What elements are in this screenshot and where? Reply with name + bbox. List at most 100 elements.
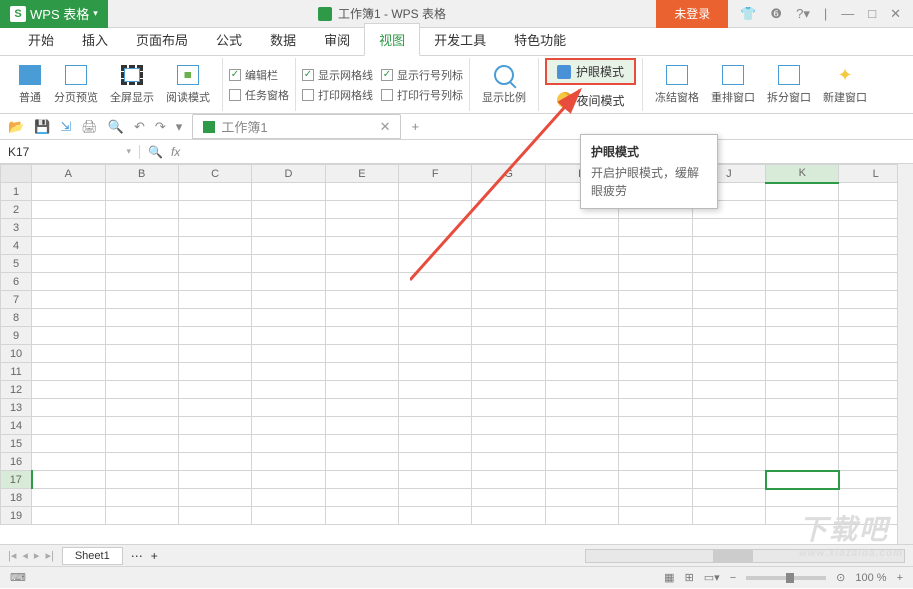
cell-J14[interactable]: [692, 417, 765, 435]
cell-E5[interactable]: [325, 255, 398, 273]
row-header-11[interactable]: 11: [1, 363, 32, 381]
cell-J12[interactable]: [692, 381, 765, 399]
print-icon[interactable]: 🖨: [81, 119, 98, 135]
cell-D6[interactable]: [252, 273, 325, 291]
cell-I18[interactable]: [619, 489, 692, 507]
cell-A5[interactable]: [32, 255, 105, 273]
row-header-1[interactable]: 1: [1, 183, 32, 201]
login-button[interactable]: 未登录: [656, 0, 728, 28]
cell-B16[interactable]: [105, 453, 178, 471]
cell-I14[interactable]: [619, 417, 692, 435]
cell-B17[interactable]: [105, 471, 178, 489]
cell-H6[interactable]: [545, 273, 618, 291]
cell-B2[interactable]: [105, 201, 178, 219]
col-header-G[interactable]: G: [472, 165, 545, 183]
spreadsheet-grid[interactable]: ABCDEFGHIJKL1234567891011121314151617181…: [0, 164, 913, 544]
cell-G16[interactable]: [472, 453, 545, 471]
cell-J15[interactable]: [692, 435, 765, 453]
row-header-8[interactable]: 8: [1, 309, 32, 327]
cell-G7[interactable]: [472, 291, 545, 309]
view-read-icon[interactable]: ▭▾: [704, 571, 720, 584]
cell-J16[interactable]: [692, 453, 765, 471]
redo-icon[interactable]: ↷: [155, 119, 166, 135]
vertical-scrollbar[interactable]: [897, 164, 913, 544]
cell-I10[interactable]: [619, 345, 692, 363]
cell-J9[interactable]: [692, 327, 765, 345]
row-header-19[interactable]: 19: [1, 507, 32, 525]
cell-I6[interactable]: [619, 273, 692, 291]
shirt-icon[interactable]: 👕: [740, 6, 756, 22]
cell-J13[interactable]: [692, 399, 765, 417]
row-header-5[interactable]: 5: [1, 255, 32, 273]
col-header-D[interactable]: D: [252, 165, 325, 183]
chk-print-rc[interactable]: 打印行号列标: [381, 87, 463, 103]
cell-C10[interactable]: [178, 345, 251, 363]
zoom-button[interactable]: 显示比例: [476, 59, 532, 111]
name-box[interactable]: K17 ▾: [0, 145, 140, 159]
cell-A17[interactable]: [32, 471, 105, 489]
cell-A1[interactable]: [32, 183, 105, 201]
row-header-10[interactable]: 10: [1, 345, 32, 363]
cell-I11[interactable]: [619, 363, 692, 381]
cell-D15[interactable]: [252, 435, 325, 453]
cell-C4[interactable]: [178, 237, 251, 255]
cell-C17[interactable]: [178, 471, 251, 489]
cell-H14[interactable]: [545, 417, 618, 435]
cell-C15[interactable]: [178, 435, 251, 453]
cell-D1[interactable]: [252, 183, 325, 201]
cell-H15[interactable]: [545, 435, 618, 453]
sheet-add[interactable]: +: [151, 549, 158, 563]
cell-G1[interactable]: [472, 183, 545, 201]
cell-D11[interactable]: [252, 363, 325, 381]
save-icon[interactable]: 💾: [34, 119, 50, 135]
cell-B3[interactable]: [105, 219, 178, 237]
row-header-18[interactable]: 18: [1, 489, 32, 507]
cell-D10[interactable]: [252, 345, 325, 363]
view-page-button[interactable]: 分页预览: [48, 59, 104, 111]
cell-B19[interactable]: [105, 507, 178, 525]
row-header-16[interactable]: 16: [1, 453, 32, 471]
row-header-7[interactable]: 7: [1, 291, 32, 309]
weibo-icon[interactable]: ❻: [770, 6, 782, 22]
cell-G15[interactable]: [472, 435, 545, 453]
cell-F10[interactable]: [399, 345, 472, 363]
cell-I7[interactable]: [619, 291, 692, 309]
cell-K4[interactable]: [766, 237, 839, 255]
cell-K13[interactable]: [766, 399, 839, 417]
cell-F8[interactable]: [399, 309, 472, 327]
cell-A15[interactable]: [32, 435, 105, 453]
cell-E10[interactable]: [325, 345, 398, 363]
cell-E2[interactable]: [325, 201, 398, 219]
cell-C6[interactable]: [178, 273, 251, 291]
cell-B5[interactable]: [105, 255, 178, 273]
cell-E13[interactable]: [325, 399, 398, 417]
cell-J10[interactable]: [692, 345, 765, 363]
cell-G12[interactable]: [472, 381, 545, 399]
cell-D5[interactable]: [252, 255, 325, 273]
cell-E9[interactable]: [325, 327, 398, 345]
cell-I4[interactable]: [619, 237, 692, 255]
cell-A10[interactable]: [32, 345, 105, 363]
cell-B7[interactable]: [105, 291, 178, 309]
minimize-button[interactable]: —: [841, 6, 854, 21]
cell-K15[interactable]: [766, 435, 839, 453]
fx-button[interactable]: fx: [171, 145, 180, 159]
cell-J3[interactable]: [692, 219, 765, 237]
cell-C9[interactable]: [178, 327, 251, 345]
cell-I5[interactable]: [619, 255, 692, 273]
cell-I9[interactable]: [619, 327, 692, 345]
cell-H8[interactable]: [545, 309, 618, 327]
cell-G3[interactable]: [472, 219, 545, 237]
tab-review[interactable]: 审阅: [310, 24, 364, 55]
cell-H16[interactable]: [545, 453, 618, 471]
cell-E17[interactable]: [325, 471, 398, 489]
cell-F4[interactable]: [399, 237, 472, 255]
cell-F7[interactable]: [399, 291, 472, 309]
row-header-6[interactable]: 6: [1, 273, 32, 291]
night-mode-button[interactable]: 夜间模式: [545, 89, 636, 111]
row-header-13[interactable]: 13: [1, 399, 32, 417]
select-all-corner[interactable]: [1, 165, 32, 183]
cell-E6[interactable]: [325, 273, 398, 291]
cell-B11[interactable]: [105, 363, 178, 381]
cell-H13[interactable]: [545, 399, 618, 417]
